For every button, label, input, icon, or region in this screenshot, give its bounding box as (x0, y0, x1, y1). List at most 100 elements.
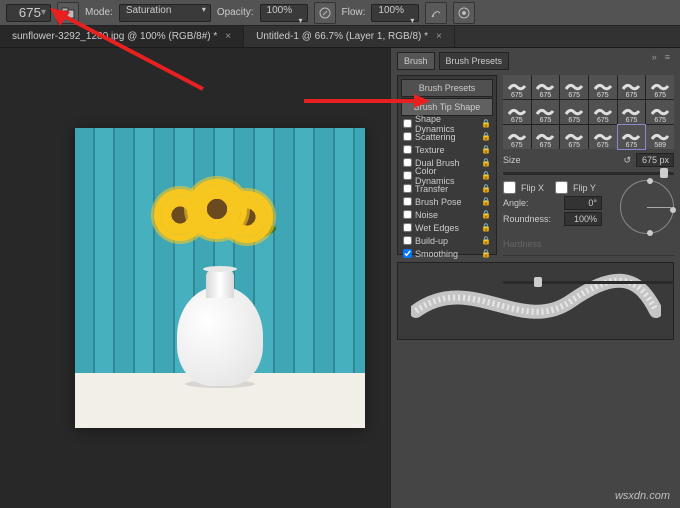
lock-icon[interactable]: 🔒 (481, 223, 491, 232)
spacing-slider[interactable] (503, 281, 674, 284)
brush-option-shape-dynamics[interactable]: Shape Dynamics🔒 (401, 117, 493, 130)
tab-brush[interactable]: Brush (397, 52, 435, 70)
panel-menu-icon[interactable]: ≡ (661, 52, 674, 70)
option-checkbox[interactable] (403, 119, 412, 128)
brush-preset[interactable]: 675 (503, 125, 531, 149)
brush-preset[interactable]: 675 (532, 100, 560, 124)
preset-size: 675 (540, 142, 552, 149)
brush-option-texture[interactable]: Texture🔒 (401, 143, 493, 156)
airbrush-button[interactable] (425, 2, 447, 24)
flow-dropdown[interactable]: 100% (371, 4, 419, 22)
option-checkbox[interactable] (403, 197, 412, 206)
angle-value[interactable]: 0° (564, 196, 602, 210)
brush-option-brush-pose[interactable]: Brush Pose🔒 (401, 195, 493, 208)
brush-preset[interactable]: 589 (646, 125, 674, 149)
lock-icon[interactable]: 🔒 (481, 132, 491, 141)
lock-icon[interactable]: 🔒 (481, 236, 491, 245)
option-checkbox[interactable] (403, 184, 412, 193)
brush-preset[interactable]: 675 (618, 100, 646, 124)
preset-size: 675 (597, 92, 609, 99)
document-tab[interactable]: Untitled-1 @ 66.7% (Layer 1, RGB/8) * × (244, 26, 455, 47)
option-checkbox[interactable] (403, 171, 412, 180)
pressure-opacity-button[interactable] (314, 2, 336, 24)
preset-size: 675 (626, 117, 638, 124)
brush-preset[interactable]: 675 (503, 75, 531, 99)
brush-presets-button[interactable]: Brush Presets (401, 79, 493, 97)
canvas-area[interactable] (0, 48, 390, 508)
flow-label: Flow: (342, 7, 366, 18)
brush-size-field[interactable]: ▾ (6, 4, 51, 22)
brush-preset[interactable]: 675 (532, 125, 560, 149)
preset-size: 675 (654, 92, 666, 99)
pressure-size-button[interactable] (453, 2, 475, 24)
option-checkbox[interactable] (403, 145, 412, 154)
lock-icon[interactable]: 🔒 (481, 184, 491, 193)
brush-option-smoothing[interactable]: Smoothing 🔒 (401, 247, 493, 260)
angle-roundness-control[interactable] (620, 180, 674, 234)
brush-option-wet-edges[interactable]: Wet Edges🔒 (401, 221, 493, 234)
mode-label: Mode: (85, 7, 113, 18)
option-label: Smoothing (415, 249, 458, 259)
preset-size: 675 (568, 92, 580, 99)
option-checkbox[interactable] (403, 223, 412, 232)
brush-preset[interactable]: 675 (646, 100, 674, 124)
brush-preset[interactable]: 675 (532, 75, 560, 99)
size-label: Size (503, 155, 559, 165)
preset-size: 675 (597, 142, 609, 149)
lock-icon[interactable]: 🔒 (481, 249, 491, 258)
brush-preset[interactable]: 675 (589, 125, 617, 149)
blend-mode-dropdown[interactable]: Saturation (119, 4, 211, 22)
preset-size: 675 (511, 92, 523, 99)
lock-icon[interactable]: 🔒 (481, 145, 491, 154)
brush-preset[interactable]: 675 (560, 100, 588, 124)
lock-icon[interactable]: 🔒 (481, 210, 491, 219)
brush-preset[interactable]: 675 (589, 100, 617, 124)
roundness-value[interactable]: 100% (564, 212, 602, 226)
brush-preset[interactable]: 675 (618, 75, 646, 99)
brush-preset[interactable]: 675 (560, 125, 588, 149)
brush-preset[interactable]: 675 (560, 75, 588, 99)
flipx-checkbox[interactable] (503, 181, 516, 194)
option-checkbox[interactable] (403, 158, 412, 167)
canvas-image (75, 128, 365, 428)
chevron-down-icon: ▾ (41, 7, 46, 18)
option-checkbox[interactable] (403, 132, 412, 141)
airbrush-icon (430, 7, 442, 19)
flipy-checkbox[interactable] (555, 181, 568, 194)
lock-icon[interactable]: 🔒 (481, 197, 491, 206)
brush-preset-grid: 6756756756756756756756756756756756756756… (503, 75, 674, 149)
brush-stroke-preview (397, 262, 674, 340)
brush-preset[interactable]: 675 (618, 125, 646, 149)
close-icon[interactable]: × (225, 31, 231, 42)
preset-size: 675 (511, 117, 523, 124)
option-label: Scattering (415, 132, 456, 142)
document-tab-active[interactable]: sunflower-3292_1280.jpg @ 100% (RGB/8#) … (0, 26, 244, 47)
reset-size-icon[interactable]: ↺ (623, 155, 631, 166)
option-checkbox[interactable] (403, 249, 412, 258)
tablet-pressure-icon (319, 7, 331, 19)
watermark: wsxdn.com (615, 490, 670, 502)
hardness-label: Hardness (503, 239, 542, 249)
tab-brush-presets[interactable]: Brush Presets (439, 52, 510, 70)
size-value[interactable]: 675 px (636, 153, 674, 167)
option-checkbox[interactable] (403, 210, 412, 219)
lock-icon[interactable]: 🔒 (481, 171, 491, 180)
expand-icon[interactable]: » (652, 52, 657, 70)
brush-preset[interactable]: 675 (589, 75, 617, 99)
brush-size-input[interactable] (11, 5, 41, 20)
brush-option-color-dynamics[interactable]: Color Dynamics🔒 (401, 169, 493, 182)
brush-option-noise[interactable]: Noise🔒 (401, 208, 493, 221)
opacity-dropdown[interactable]: 100% (260, 4, 308, 22)
brush-option-transfer[interactable]: Transfer🔒 (401, 182, 493, 195)
brush-option-scattering[interactable]: Scattering 🔒 (401, 130, 493, 143)
option-checkbox[interactable] (403, 236, 412, 245)
close-icon[interactable]: × (436, 31, 442, 42)
size-slider[interactable] (503, 172, 674, 175)
lock-icon[interactable]: 🔒 (481, 158, 491, 167)
option-label: Color Dynamics (415, 166, 478, 186)
brush-option-build-up[interactable]: Build-up🔒 (401, 234, 493, 247)
brush-preset[interactable]: 675 (646, 75, 674, 99)
brush-preset-picker-button[interactable] (57, 2, 79, 24)
lock-icon[interactable]: 🔒 (481, 119, 491, 128)
brush-preset[interactable]: 675 (503, 100, 531, 124)
